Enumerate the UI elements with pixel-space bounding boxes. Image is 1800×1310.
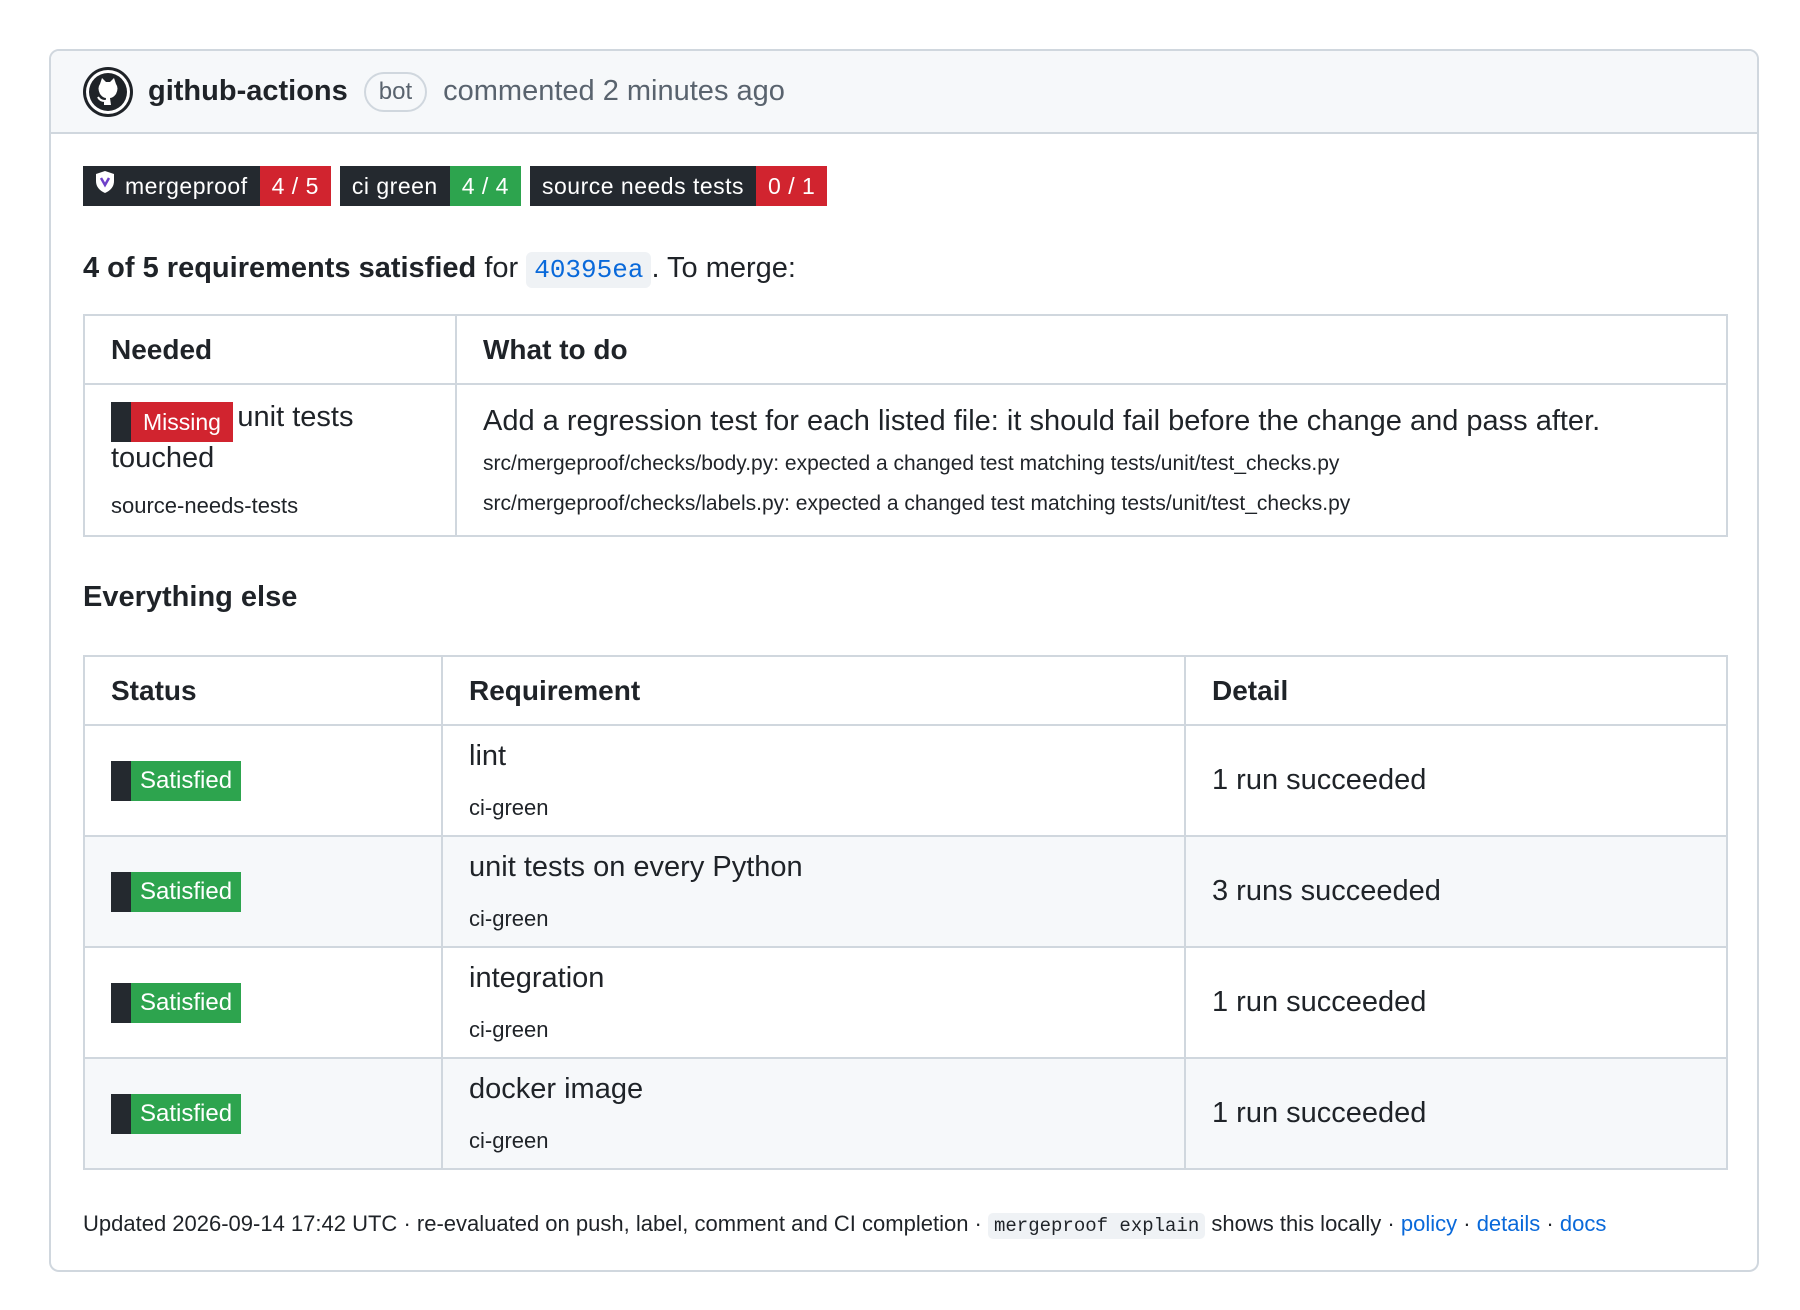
- table-row: Satisfied lint ci-green 1 run succeeded: [83, 724, 1728, 837]
- comment-card: github-actions bot commented 2 minutes a…: [49, 49, 1759, 1272]
- shows-locally-text: shows this locally: [1211, 1211, 1382, 1236]
- github-mark-icon[interactable]: [83, 66, 133, 117]
- what-to-do-cell: Add a regression test for each listed fi…: [455, 383, 1728, 537]
- status-label: Satisfied: [131, 760, 242, 801]
- separator: ·: [1540, 1211, 1560, 1236]
- comment-header: github-actions bot commented 2 minutes a…: [51, 51, 1757, 134]
- requirement-id: ci-green: [469, 795, 549, 820]
- requirement-cell: unit tests on every Python ci-green: [441, 835, 1186, 948]
- badge-mergeproof: mergeproof 4 / 5: [83, 166, 331, 206]
- header-requirement: Requirement: [441, 655, 1186, 726]
- badge-value: 0 / 1: [756, 166, 828, 206]
- detail-cell: 3 runs succeeded: [1184, 835, 1728, 948]
- shield-icon: [95, 166, 115, 206]
- requirement-id: ci-green: [469, 1017, 549, 1042]
- requirement-cell: integration ci-green: [441, 946, 1186, 1059]
- badge-value: 4 / 4: [449, 166, 521, 206]
- status-label: Satisfied: [131, 1093, 242, 1134]
- updated-timestamp: Updated 2026-09-14 17:42 UTC: [83, 1211, 398, 1236]
- comment-body: mergeproof 4 / 5 ci green 4 / 4 source n…: [51, 134, 1757, 1170]
- comment-timestamp[interactable]: commented 2 minutes ago: [443, 75, 785, 108]
- badge-value: 4 / 5: [259, 166, 331, 206]
- reevaluation-note: re-evaluated on push, label, comment and…: [416, 1211, 969, 1236]
- detail-cell: 1 run succeeded: [1184, 1057, 1728, 1170]
- table-row: Satisfied docker image ci-green 1 run su…: [83, 1057, 1728, 1170]
- status-cell: Satisfied: [83, 835, 443, 948]
- badge-source-needs-tests: source needs tests 0 / 1: [529, 166, 828, 206]
- requirement-name: integration: [469, 962, 605, 994]
- bot-badge: bot: [363, 71, 428, 112]
- badge-label: ci green: [339, 166, 450, 206]
- requirement-id: source-needs-tests: [111, 492, 299, 518]
- file-requirement: src/mergeproof/checks/body.py: expected …: [483, 451, 1340, 475]
- policy-link[interactable]: policy: [1401, 1211, 1457, 1236]
- file-requirement: src/mergeproof/checks/labels.py: expecte…: [483, 491, 1351, 515]
- status-cell: Satisfied: [83, 724, 443, 837]
- status-badge: Missing: [111, 401, 233, 442]
- status-cell: Satisfied: [83, 1057, 443, 1170]
- status-label: Satisfied: [131, 982, 242, 1023]
- status-badge: Satisfied: [111, 760, 242, 801]
- separator: ·: [397, 1211, 417, 1236]
- header-detail: Detail: [1184, 655, 1728, 726]
- status-badge: Satisfied: [111, 982, 242, 1023]
- table-row: Satisfied integration ci-green 1 run suc…: [83, 946, 1728, 1059]
- requirement-name: lint: [469, 740, 507, 772]
- docs-link[interactable]: docs: [1560, 1211, 1606, 1236]
- requirement-cell: docker image ci-green: [441, 1057, 1186, 1170]
- summary-for: for: [484, 252, 519, 284]
- status-label: Missing: [131, 401, 233, 442]
- comment-footer: Updated 2026-09-14 17:42 UTC · re-evalua…: [83, 1211, 1606, 1239]
- table-row: Missing unit tests touched source-needs-…: [83, 383, 1728, 537]
- badge-label: source needs tests: [529, 166, 757, 206]
- requirement-id: ci-green: [469, 906, 549, 931]
- detail-cell: 1 run succeeded: [1184, 724, 1728, 837]
- commit-sha-link[interactable]: 40395ea: [526, 252, 652, 288]
- requirements-summary: 4 of 5 requirements satisfied for 40395e…: [83, 248, 1725, 288]
- header-what-to-do: What to do: [455, 314, 1728, 385]
- table-row: Satisfied unit tests on every Python ci-…: [83, 835, 1728, 948]
- status-cell: Satisfied: [83, 946, 443, 1059]
- status-badge: Satisfied: [111, 871, 242, 912]
- cli-command: mergeproof explain: [988, 1213, 1206, 1239]
- separator: ·: [968, 1211, 988, 1236]
- requirement-name: docker image: [469, 1073, 644, 1105]
- header-needed: Needed: [83, 314, 457, 385]
- requirement-name: unit tests on every Python: [469, 851, 803, 883]
- status-badges: mergeproof 4 / 5 ci green 4 / 4 source n…: [83, 166, 1725, 206]
- status-badge: Satisfied: [111, 1093, 242, 1134]
- instruction-text: Add a regression test for each listed fi…: [483, 404, 1601, 437]
- comment-author[interactable]: github-actions: [148, 75, 348, 108]
- summary-count: 4 of 5 requirements satisfied: [83, 252, 477, 284]
- separator: ·: [1457, 1211, 1477, 1236]
- separator: ·: [1381, 1211, 1401, 1236]
- requirement-id: ci-green: [469, 1128, 549, 1153]
- summary-suffix: . To merge:: [651, 252, 796, 284]
- everything-else-table: Status Requirement Detail Satisfied lint…: [83, 655, 1728, 1170]
- section-heading: Everything else: [83, 581, 298, 613]
- status-label: Satisfied: [131, 871, 242, 912]
- header-status: Status: [83, 655, 443, 726]
- needed-table: Needed What to do Missing unit tests tou…: [83, 314, 1728, 537]
- detail-cell: 1 run succeeded: [1184, 946, 1728, 1059]
- requirement-cell: lint ci-green: [441, 724, 1186, 837]
- details-link[interactable]: details: [1477, 1211, 1541, 1236]
- needed-cell: Missing unit tests touched source-needs-…: [83, 383, 457, 537]
- badge-ci-green: ci green 4 / 4: [339, 166, 521, 206]
- badge-label: mergeproof: [125, 173, 248, 199]
